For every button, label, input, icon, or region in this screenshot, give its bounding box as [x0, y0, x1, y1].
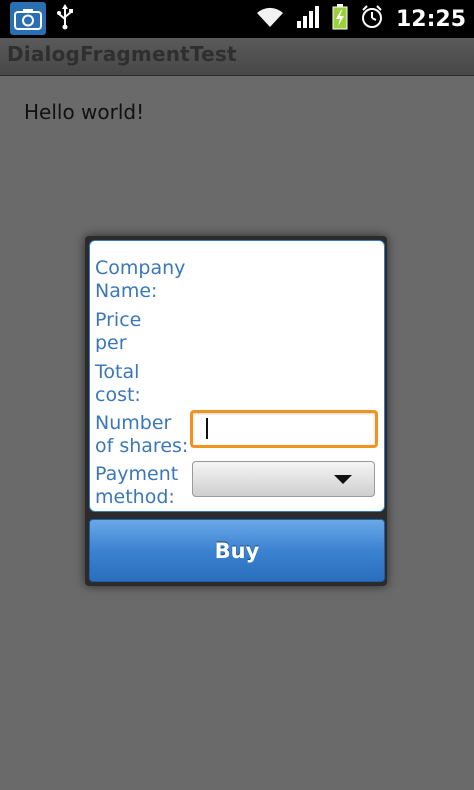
payment-method-dropdown[interactable] — [192, 461, 375, 497]
app-title: DialogFragmentTest — [7, 42, 237, 66]
payment-method-label: Payment method: — [95, 463, 179, 508]
hello-text: Hello world! — [24, 100, 145, 124]
price-per-label: Price per — [95, 309, 142, 352]
total-cost-label: Total cost: — [95, 361, 141, 406]
number-of-shares-input[interactable] — [190, 410, 378, 448]
status-bar: 12:25 — [0, 0, 474, 38]
usb-icon — [56, 3, 74, 34]
alarm-icon — [360, 5, 384, 33]
purchase-form: Company Name: Price per Total cost: Numb… — [89, 240, 385, 512]
text-caret — [206, 418, 208, 439]
signal-icon — [296, 5, 320, 33]
dropdown-arrow-icon — [334, 475, 352, 484]
wifi-icon — [256, 6, 284, 32]
buy-button[interactable]: Buy — [89, 519, 385, 582]
camera-icon — [10, 2, 46, 35]
status-clock: 12:25 — [395, 6, 466, 32]
battery-charging-icon — [332, 4, 348, 34]
title-bar: DialogFragmentTest — [0, 38, 474, 76]
number-of-shares-label: Number of shares: — [95, 412, 189, 457]
company-name-label: Company Name: — [95, 257, 186, 302]
status-system-icons: 12:25 — [256, 0, 466, 38]
screen: 12:25 DialogFragmentTest Hello world! Co… — [0, 0, 474, 790]
status-notifications — [10, 2, 74, 35]
